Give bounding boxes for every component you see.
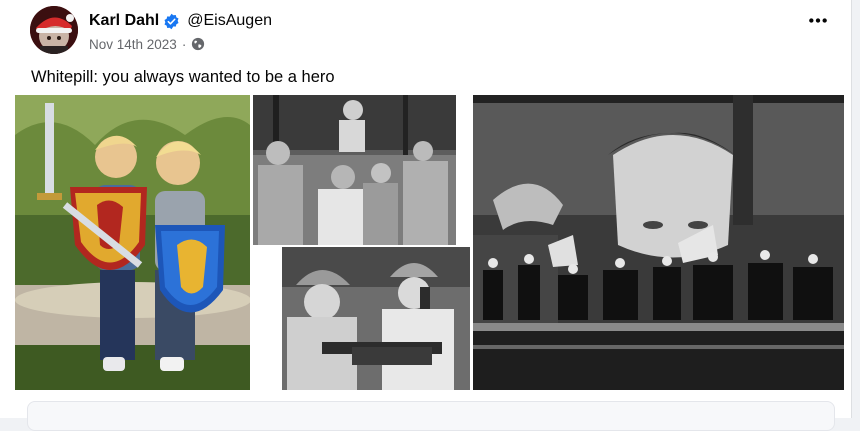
post-card: Karl Dahl @EisAugen Nov 14th 2023 · Whit… [0,0,852,431]
author-row: Karl Dahl @EisAugen [89,11,272,31]
comment-area[interactable] [27,401,835,431]
post-meta: Nov 14th 2023 · [89,35,205,53]
photo-boys-helmets[interactable] [282,247,470,390]
photo-collage [0,95,852,390]
photo-soldiers-woods[interactable] [253,95,456,245]
verified-badge-icon [163,13,180,30]
photo-boy-toy-soldiers[interactable] [473,95,844,390]
post-date[interactable]: Nov 14th 2023 [89,37,177,52]
more-options-icon [809,17,827,23]
photo-kids-shields[interactable] [15,95,250,390]
avatar-image [30,6,78,54]
more-options-button[interactable] [800,6,836,34]
post-text: Whitepill: you always wanted to be a her… [31,68,335,86]
meta-separator: · [181,36,187,52]
author-handle[interactable]: @EisAugen [187,12,272,30]
globe-icon[interactable] [191,37,205,51]
author-name[interactable]: Karl Dahl [89,12,159,30]
author-avatar[interactable] [30,6,78,54]
